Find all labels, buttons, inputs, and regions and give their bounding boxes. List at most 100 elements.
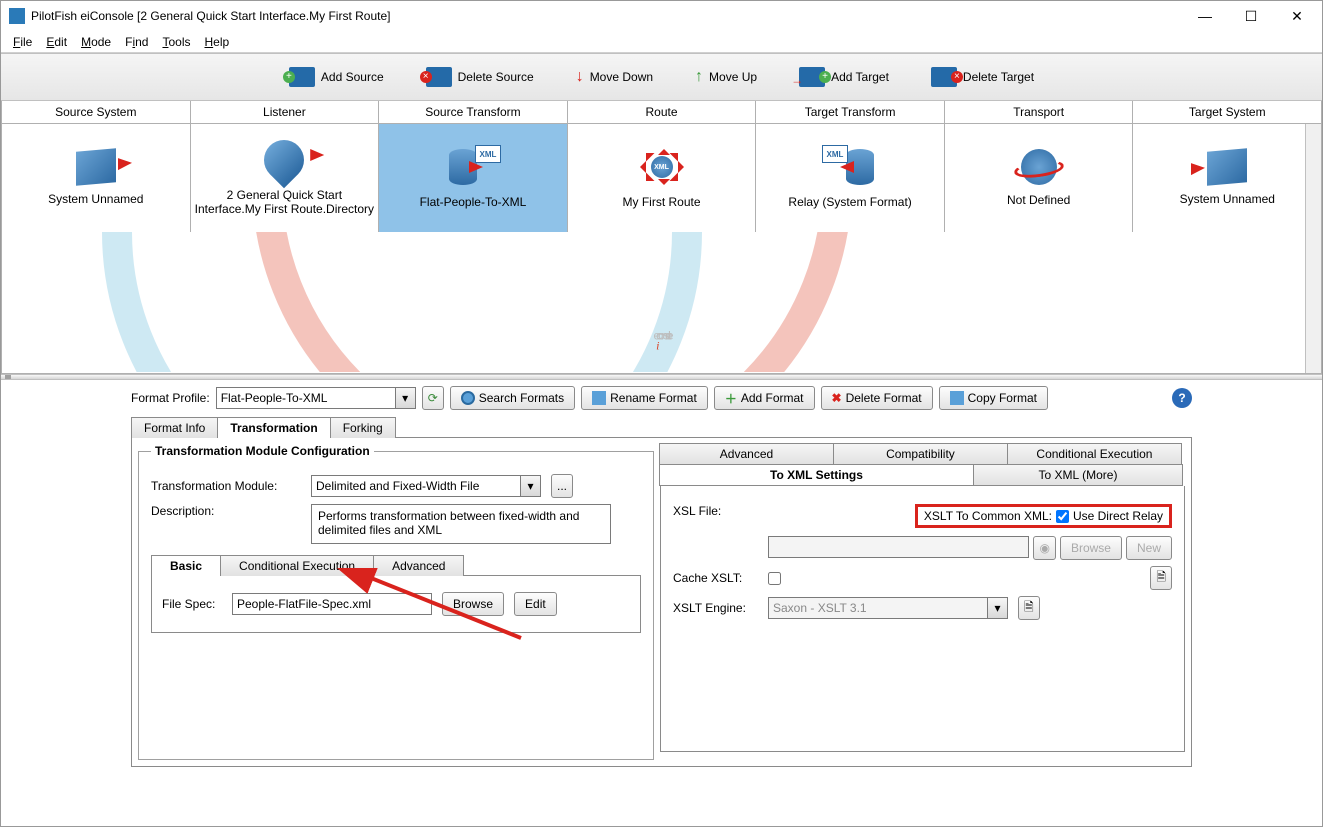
plus-icon: ＋	[725, 390, 737, 407]
source-system-icon	[76, 148, 116, 185]
delete-target-label: Delete Target	[963, 70, 1034, 84]
xslt-to-common-label: XSLT To Common XML:	[924, 509, 1052, 523]
rtab-to-xml-settings[interactable]: To XML Settings	[659, 464, 974, 486]
description-value: Performs transformation between fixed-wi…	[311, 504, 611, 544]
stage-listener[interactable]: 2 General Quick Start Interface.My First…	[191, 124, 380, 232]
subtab-conditional[interactable]: Conditional Execution	[220, 555, 374, 576]
tab-transformation[interactable]: Transformation	[217, 417, 330, 438]
chevron-down-icon[interactable]: ▾	[520, 476, 540, 496]
file-spec-edit-button[interactable]: Edit	[514, 592, 557, 616]
menu-help[interactable]: Help	[198, 33, 235, 51]
stage-header-route: Route	[568, 101, 757, 123]
listener-icon	[256, 132, 313, 189]
rtab-to-xml-more[interactable]: To XML (More)	[973, 464, 1183, 486]
file-spec-browse-button[interactable]: Browse	[442, 592, 504, 616]
file-spec-label: File Spec:	[162, 597, 222, 611]
format-profile-combo[interactable]: ▾	[216, 387, 416, 409]
xslt-engine-doc-button[interactable]: 🗎	[1018, 596, 1040, 620]
cache-xslt-label: Cache XSLT:	[673, 571, 758, 585]
use-direct-relay-label: Use Direct Relay	[1073, 509, 1163, 523]
menu-find[interactable]: Find	[119, 33, 154, 51]
delete-source-button[interactable]: × Delete Source	[420, 63, 540, 91]
lower-panel: Format Profile: ▾ ⟳ Search Formats Renam…	[1, 380, 1322, 777]
cache-xslt-doc-button[interactable]: 🗎	[1150, 566, 1172, 590]
add-source-icon: +	[289, 67, 315, 87]
transformation-panel: Transformation Module Configuration Tran…	[131, 437, 1192, 767]
stage-source-system[interactable]: System Unnamed	[2, 124, 191, 232]
main-toolbar: + Add Source × Delete Source ↓ Move Down…	[1, 53, 1322, 101]
description-label: Description:	[151, 504, 301, 518]
to-xml-settings-body: XSL File: XSLT To Common XML: Use Direct…	[660, 486, 1185, 752]
menu-edit[interactable]: Edit	[40, 33, 73, 51]
module-ellipsis-button[interactable]: ...	[551, 474, 573, 498]
maximize-button[interactable]: ☐	[1228, 1, 1274, 31]
add-format-button[interactable]: ＋Add Format	[714, 386, 815, 410]
subtab-basic[interactable]: Basic	[151, 555, 221, 576]
help-icon[interactable]: ?	[1172, 388, 1192, 408]
rtab-conditional-execution[interactable]: Conditional Execution	[1007, 443, 1182, 465]
stage-header-listener: Listener	[191, 101, 380, 123]
delete-target-icon: ×	[931, 67, 957, 87]
add-target-icon: →+	[799, 67, 825, 87]
chevron-down-icon[interactable]: ▾	[395, 388, 415, 408]
format-profile-value[interactable]	[217, 388, 395, 408]
add-source-label: Add Source	[321, 70, 384, 84]
document-icon: 🗎	[1156, 568, 1166, 589]
target-system-icon	[1207, 148, 1247, 185]
file-spec-input[interactable]	[232, 593, 432, 615]
cache-xslt-checkbox[interactable]	[768, 572, 781, 585]
config-subtabs: Basic Conditional Execution Advanced	[151, 554, 641, 575]
stage-headers: Source System Listener Source Transform …	[1, 101, 1322, 124]
xml-badge: XML	[475, 145, 501, 163]
watermark: eiconsole	[2, 232, 1321, 372]
stage-scrollbar[interactable]	[1305, 124, 1321, 373]
rtab-advanced[interactable]: Advanced	[659, 443, 834, 465]
move-up-button[interactable]: ↑ Move Up	[689, 64, 763, 90]
stage-target-system[interactable]: System Unnamed	[1133, 124, 1321, 232]
copy-icon	[950, 391, 964, 405]
delete-source-label: Delete Source	[458, 70, 534, 84]
config-legend: Transformation Module Configuration	[151, 444, 374, 458]
menu-file[interactable]: File	[7, 33, 38, 51]
rtab-compatibility[interactable]: Compatibility	[833, 443, 1008, 465]
transformation-module-value[interactable]	[312, 476, 520, 496]
xslt-direct-relay-highlight: XSLT To Common XML: Use Direct Relay	[915, 504, 1172, 528]
copy-format-button[interactable]: Copy Format	[939, 386, 1048, 410]
subtab-advanced[interactable]: Advanced	[373, 555, 464, 576]
stage-source-transform[interactable]: XML Flat-People-To-XML	[379, 124, 568, 232]
stage-header-transport: Transport	[945, 101, 1134, 123]
stage-transport-label: Not Defined	[1007, 193, 1070, 207]
transformation-module-combo[interactable]: ▾	[311, 475, 541, 497]
format-refresh-button[interactable]: ⟳	[422, 386, 444, 410]
stage-route-label: My First Route	[623, 195, 701, 209]
tab-forking[interactable]: Forking	[330, 417, 396, 438]
stage-route[interactable]: XML My First Route	[568, 124, 757, 232]
add-target-button[interactable]: →+ Add Target	[793, 63, 895, 91]
close-button[interactable]: ✕	[1274, 1, 1320, 31]
xslt-engine-label: XSLT Engine:	[673, 601, 758, 615]
eye-icon: ◉	[1039, 541, 1049, 555]
menu-mode[interactable]: Mode	[75, 33, 117, 51]
route-icon: XML	[638, 147, 686, 187]
tab-format-info[interactable]: Format Info	[131, 417, 218, 438]
add-source-button[interactable]: + Add Source	[283, 63, 390, 91]
transformation-module-label: Transformation Module:	[151, 479, 301, 493]
xsl-new-button: New	[1126, 536, 1172, 560]
search-formats-button[interactable]: Search Formats	[450, 386, 575, 410]
minimize-button[interactable]: ―	[1182, 1, 1228, 31]
use-direct-relay-checkbox[interactable]	[1056, 510, 1069, 523]
delete-icon: ✖	[832, 391, 842, 405]
stage-area: System Unnamed 2 General Quick Start Int…	[1, 124, 1322, 374]
move-down-button[interactable]: ↓ Move Down	[570, 64, 659, 90]
delete-format-button[interactable]: ✖Delete Format	[821, 386, 933, 410]
refresh-icon: ⟳	[428, 391, 438, 405]
stage-transport[interactable]: Not Defined	[945, 124, 1134, 232]
stage-target-transform-label: Relay (System Format)	[788, 195, 911, 209]
stage-target-transform[interactable]: XML Relay (System Format)	[756, 124, 945, 232]
format-profile-label: Format Profile:	[131, 391, 210, 405]
menu-tools[interactable]: Tools	[156, 33, 196, 51]
rename-format-button[interactable]: Rename Format	[581, 386, 708, 410]
xsl-file-path-input	[768, 536, 1029, 558]
delete-target-button[interactable]: × Delete Target	[925, 63, 1040, 91]
format-profile-row: Format Profile: ▾ ⟳ Search Formats Renam…	[131, 386, 1192, 410]
